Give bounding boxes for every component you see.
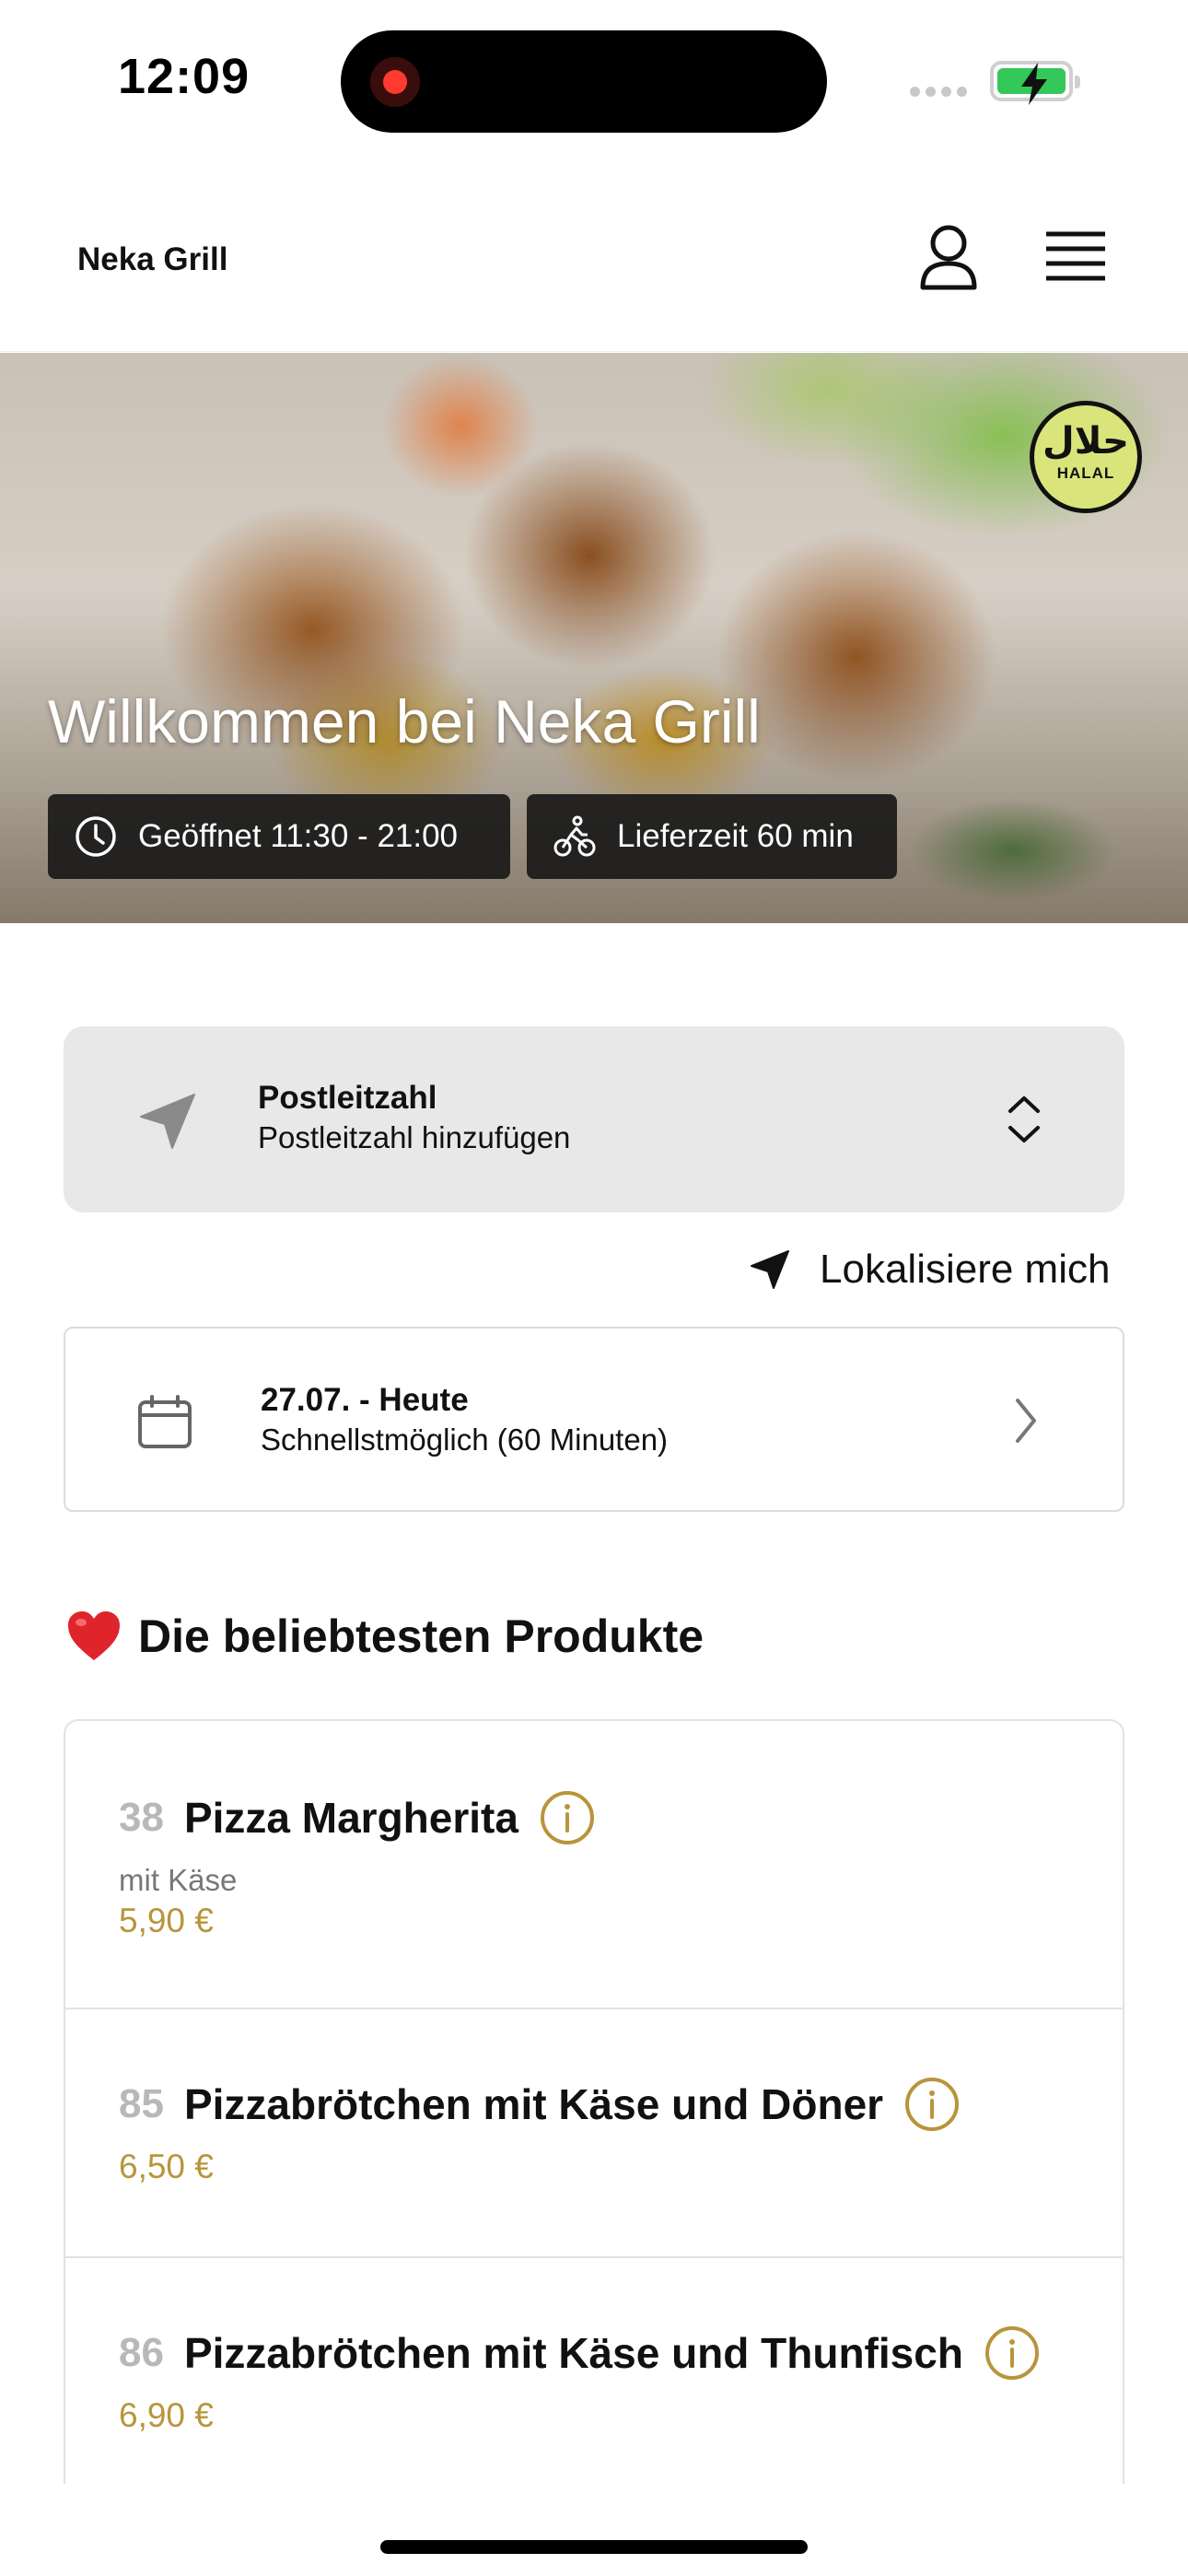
product-item[interactable]: 86 Pizzabrötchen mit Käse und Thunfisch …: [65, 2258, 1123, 2484]
delivery-option: Schnellstmöglich (60 Minuten): [261, 1423, 669, 1457]
product-number: 86: [119, 2330, 164, 2375]
delivery-time-text: Lieferzeit 60 min: [617, 818, 854, 854]
home-indicator[interactable]: [380, 2540, 808, 2554]
product-number: 85: [119, 2081, 164, 2126]
menu-button[interactable]: [1039, 221, 1112, 295]
locate-me-button[interactable]: Lokalisiere mich: [748, 1240, 1110, 1299]
signal-icon: [910, 87, 967, 97]
clock-icon: [76, 816, 116, 857]
status-time: 12:09: [118, 49, 250, 104]
record-icon: [370, 57, 420, 107]
product-name: Pizza Margherita: [183, 1794, 518, 1842]
location-arrow-icon: [751, 1250, 789, 1289]
info-icon[interactable]: [984, 2324, 1041, 2382]
opening-hours-text: Geöffnet 11:30 - 21:00: [138, 818, 459, 854]
postcode-label: Postleitzahl: [258, 1080, 437, 1116]
popular-products-list: 38 Pizza Margherita mit Käse 5,90 € 85 P…: [64, 1719, 1124, 2484]
delivery-time-pill: Lieferzeit 60 min: [527, 794, 897, 879]
chevron-right-icon: [1016, 1399, 1036, 1443]
hero-banner: حلال HALAL Willkommen bei Neka Grill Geö…: [0, 353, 1188, 923]
product-name: Pizzabrötchen mit Käse und Döner: [183, 2080, 884, 2128]
product-number: 38: [119, 1795, 164, 1840]
popular-products-title: Die beliebtesten Produkte: [138, 1610, 705, 1662]
product-price: 6,90 €: [119, 2396, 214, 2434]
charging-bolt-icon: [1021, 63, 1047, 105]
dynamic-island: [341, 30, 827, 133]
popular-products-heading: Die beliebtesten Produkte: [64, 1607, 704, 1666]
calendar-icon: [138, 1395, 192, 1448]
delivery-time-selector[interactable]: 27.07. - Heute Schnellstmöglich (60 Minu…: [64, 1327, 1124, 1512]
postcode-selector[interactable]: Postleitzahl Postleitzahl hinzufügen: [64, 1026, 1124, 1212]
battery-icon: [990, 61, 1080, 105]
status-bar: 12:09: [0, 0, 1188, 157]
product-item[interactable]: 85 Pizzabrötchen mit Käse und Döner 6,50…: [65, 2009, 1123, 2258]
opening-hours-pill: Geöffnet 11:30 - 21:00: [48, 794, 510, 879]
product-description: mit Käse: [119, 1863, 238, 1897]
product-item[interactable]: 38 Pizza Margherita mit Käse 5,90 €: [65, 1721, 1123, 2009]
locate-me-label: Lokalisiere mich: [820, 1247, 1111, 1292]
hero-title: Willkommen bei Neka Grill: [48, 687, 761, 755]
product-price: 5,90 €: [119, 1902, 214, 1939]
user-icon: [920, 225, 977, 290]
halal-badge-arabic: حلال: [1042, 420, 1129, 463]
heart-icon: [68, 1611, 120, 1660]
delivery-date: 27.07. - Heute: [261, 1382, 469, 1418]
product-name: Pizzabrötchen mit Käse und Thunfisch: [183, 2329, 963, 2377]
product-price: 6,50 €: [119, 2148, 214, 2185]
info-icon[interactable]: [539, 1789, 596, 1846]
bike-delivery-icon: [553, 815, 596, 857]
hamburger-menu-icon: [1046, 231, 1105, 281]
info-icon[interactable]: [903, 2076, 961, 2133]
halal-badge-text: HALAL: [1056, 464, 1115, 482]
postcode-placeholder: Postleitzahl hinzufügen: [258, 1120, 571, 1154]
brand-name[interactable]: Neka Grill: [77, 241, 227, 278]
location-arrow-icon: [140, 1094, 195, 1149]
app-bar: Neka Grill: [0, 157, 1188, 352]
chevron-up-down-icon: [1008, 1096, 1040, 1142]
account-button[interactable]: [912, 221, 985, 295]
halal-badge: حلال HALAL: [1030, 401, 1142, 513]
